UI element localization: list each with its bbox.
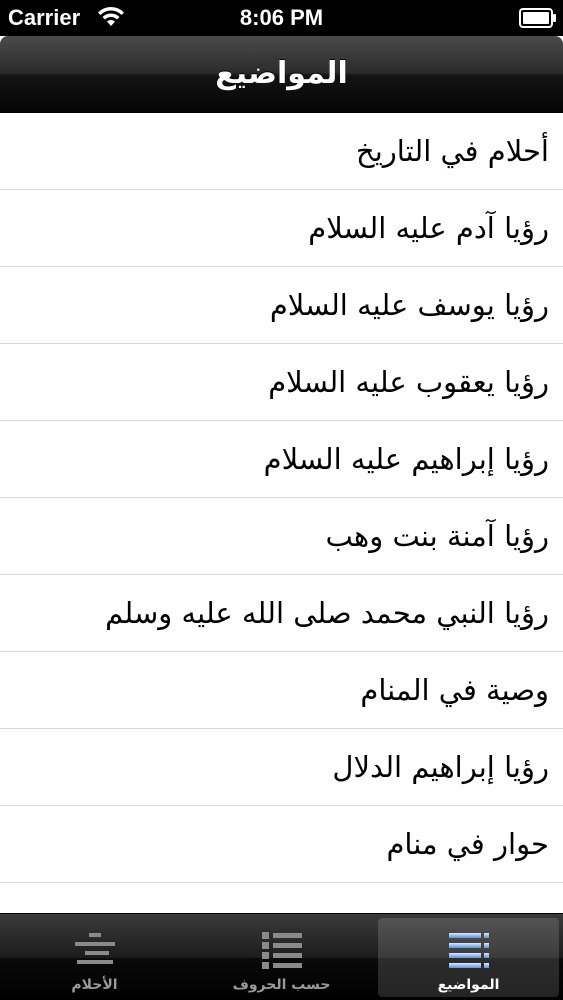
tab-bar: الأحلام حسب الحروف المواضيع [0, 913, 563, 1000]
tab-label: الأحلام [71, 977, 118, 993]
list-item-label: وصية في المنام [360, 673, 549, 707]
list-item-label: رؤيا إبراهيم عليه السلام [263, 442, 549, 476]
battery-icon [519, 8, 556, 28]
topics-list: أحلام في التاريخ رؤيا آدم عليه السلام رؤ… [0, 113, 563, 883]
screen: Carrier 8:06 PM المواضيع أحلام في التاري… [0, 0, 563, 1000]
align-lines-icon [74, 933, 115, 964]
list-item[interactable]: أحلام في التاريخ [0, 113, 563, 190]
navigation-bar: المواضيع [0, 36, 563, 113]
list-item-label: رؤيا النبي محمد صلى الله عليه وسلم [105, 596, 549, 630]
page-title: المواضيع [215, 56, 348, 91]
list-item[interactable]: رؤيا إبراهيم الدلال [0, 729, 563, 806]
topics-list-icon [448, 933, 489, 968]
status-bar: Carrier 8:06 PM [0, 0, 563, 36]
list-item[interactable]: رؤيا النبي محمد صلى الله عليه وسلم [0, 575, 563, 652]
list-item[interactable]: حوار في منام [0, 806, 563, 883]
list-item[interactable]: رؤيا آمنة بنت وهب [0, 498, 563, 575]
list-item[interactable]: رؤيا يوسف عليه السلام [0, 267, 563, 344]
list-item-label: رؤيا آدم عليه السلام [308, 211, 549, 245]
list-item-label: حوار في منام [386, 827, 549, 861]
list-item[interactable]: رؤيا آدم عليه السلام [0, 190, 563, 267]
tab-dreams[interactable]: الأحلام [4, 918, 185, 997]
list-item[interactable]: رؤيا يعقوب عليه السلام [0, 344, 563, 421]
status-time: 8:06 PM [239, 5, 324, 30]
list-item[interactable]: وصية في المنام [0, 652, 563, 729]
tab-topics[interactable]: المواضيع [378, 918, 559, 997]
list-item-label: رؤيا آمنة بنت وهب [325, 519, 549, 553]
tab-label: المواضيع [437, 977, 500, 993]
list-item[interactable]: رؤيا إبراهيم عليه السلام [0, 421, 563, 498]
list-item-label: رؤيا إبراهيم الدلال [332, 750, 549, 784]
bullet-list-icon [261, 932, 302, 969]
list-item-label: رؤيا يوسف عليه السلام [269, 288, 549, 322]
list-item-label: رؤيا يعقوب عليه السلام [268, 365, 549, 399]
list-item-label: أحلام في التاريخ [356, 134, 549, 168]
tab-by-letters[interactable]: حسب الحروف [191, 918, 372, 997]
tab-label: حسب الحروف [232, 977, 331, 993]
